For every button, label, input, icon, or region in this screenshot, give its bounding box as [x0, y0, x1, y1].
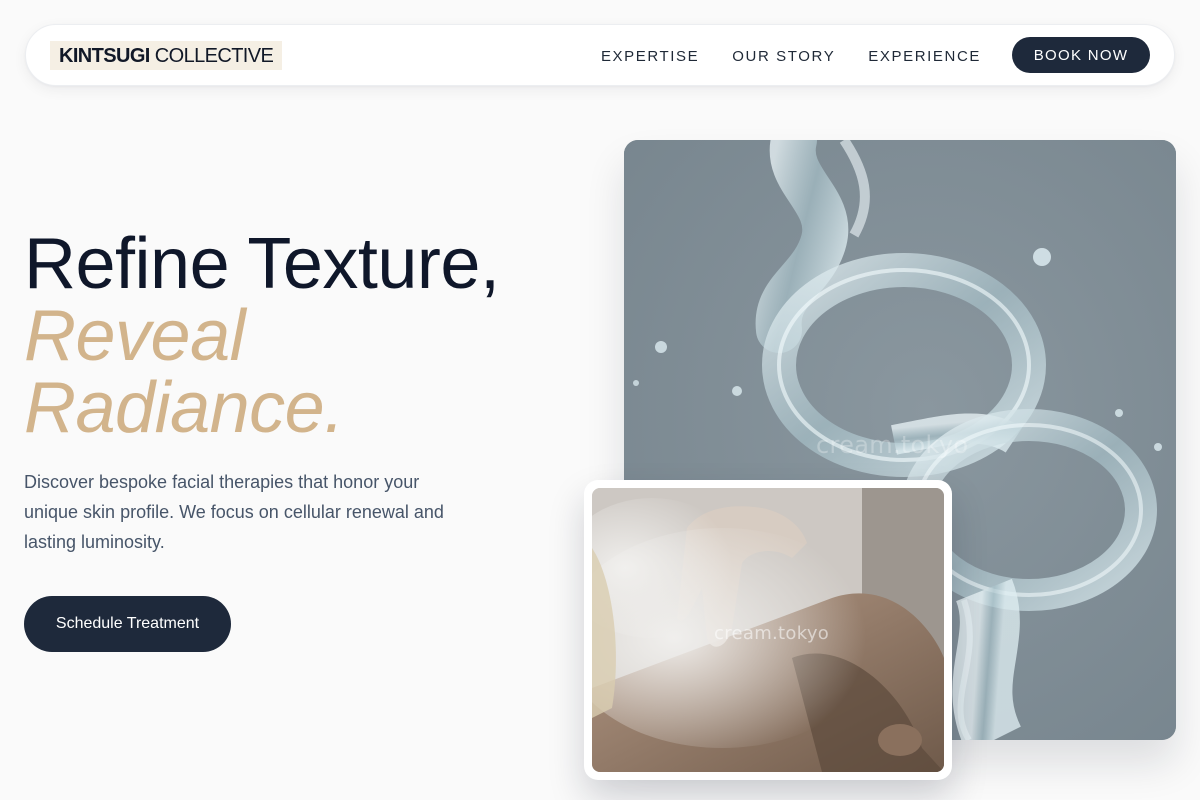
facial-treatment-photo: cream.tokyo — [592, 488, 944, 772]
brand-logo[interactable]: KINTSUGI COLLECTIVE — [50, 41, 283, 70]
top-navbar: KINTSUGI COLLECTIVE EXPERTISE OUR STORY … — [25, 24, 1175, 86]
hero-description: Discover bespoke facial therapies that h… — [24, 472, 444, 552]
schedule-treatment-button[interactable]: Schedule Treatment — [24, 596, 231, 652]
treatment-image-watermark: cream.tokyo — [714, 623, 830, 644]
facial-treatment-image-card: cream.tokyo — [584, 480, 952, 780]
water-image-watermark: cream.tokyo — [816, 431, 969, 459]
hero-title-line1: Refine Texture, — [24, 224, 500, 304]
nav-links: EXPERTISE OUR STORY EXPERIENCE — [601, 25, 981, 87]
hero-title: Refine Texture, Reveal Radiance. — [24, 228, 500, 448]
hero-title-accent-line1: Reveal — [24, 296, 246, 376]
nav-link-experience[interactable]: EXPERIENCE — [868, 48, 981, 65]
logo-bold-text: KINTSUGI — [59, 44, 150, 67]
hero-title-accent-line2: Radiance. — [24, 368, 344, 448]
book-now-button[interactable]: BOOK NOW — [1012, 37, 1150, 73]
nav-link-expertise[interactable]: EXPERTISE — [601, 48, 699, 65]
nav-link-our-story[interactable]: OUR STORY — [732, 48, 835, 65]
logo-light-text: COLLECTIVE — [154, 44, 274, 67]
